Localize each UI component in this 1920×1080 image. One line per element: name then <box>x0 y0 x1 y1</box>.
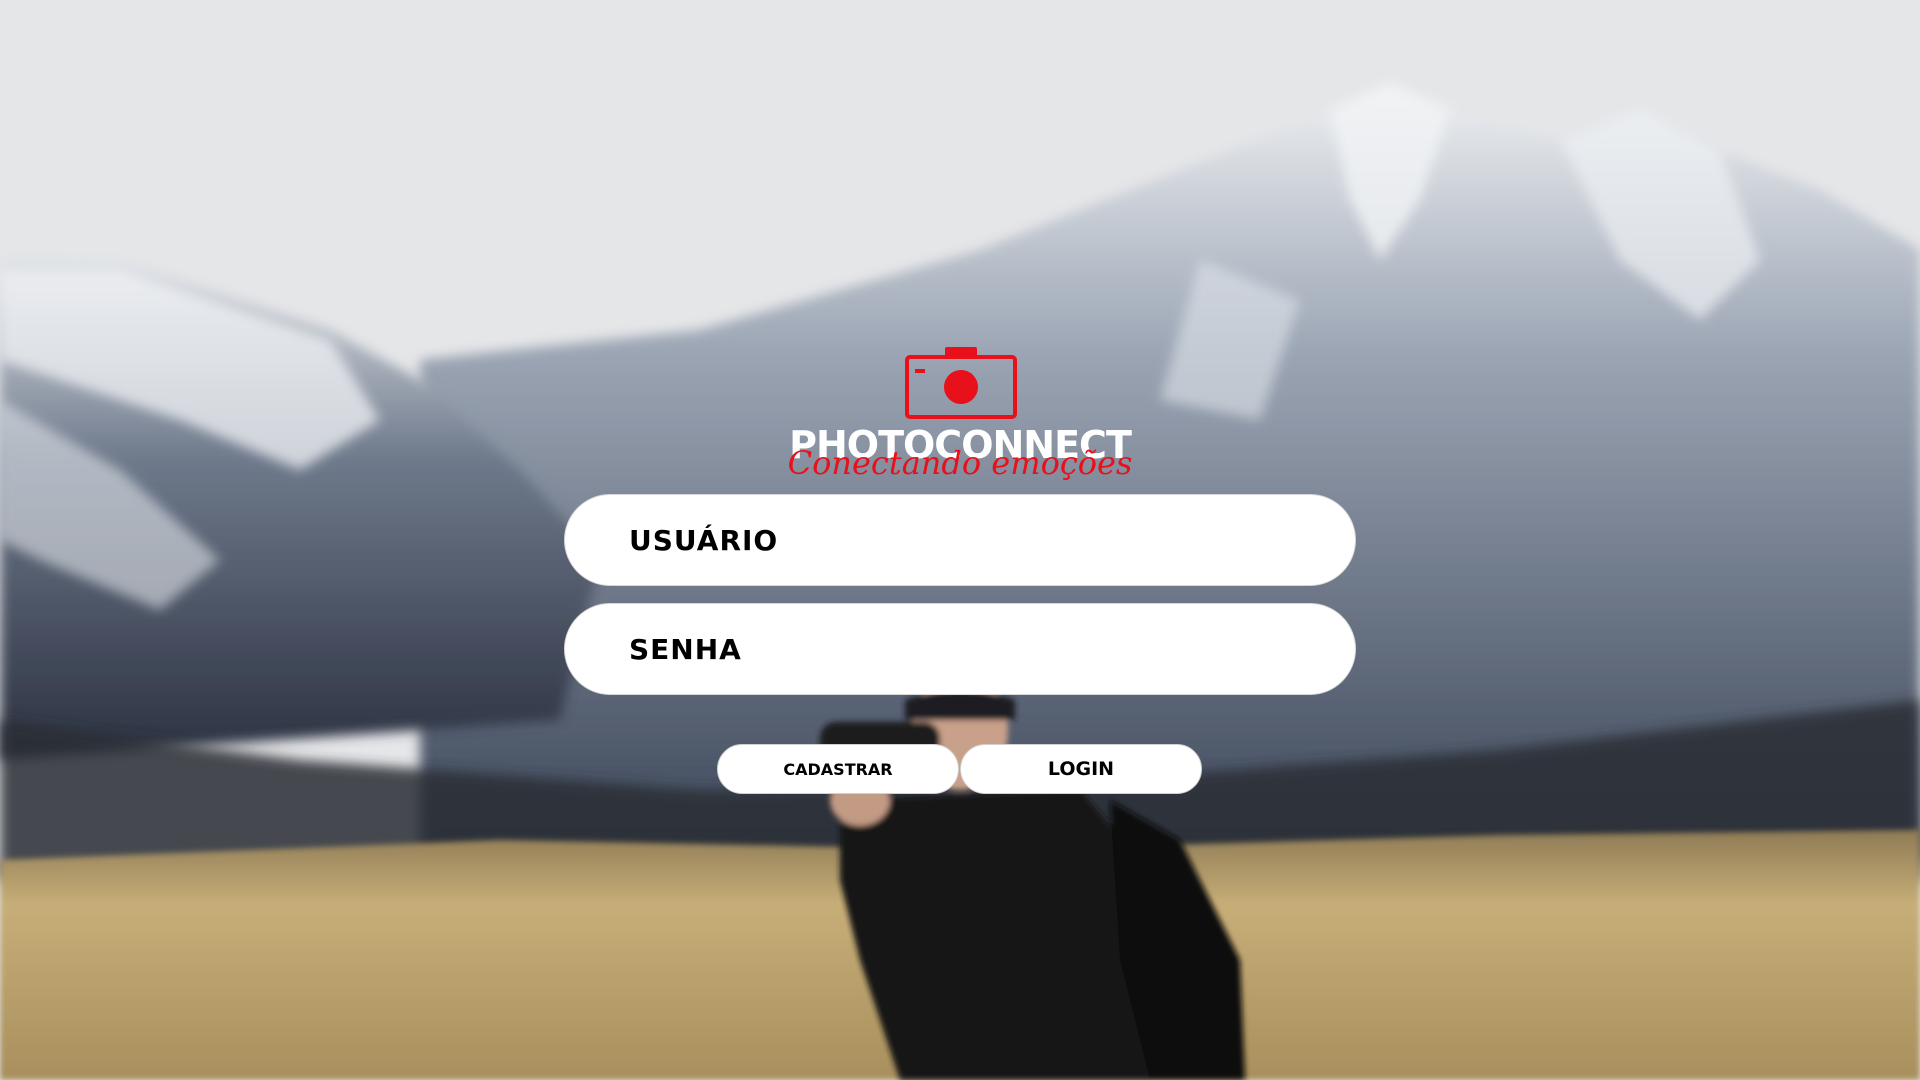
register-button[interactable]: CADASTRAR <box>717 744 959 794</box>
camera-icon <box>905 345 1017 419</box>
password-field-container <box>564 603 1356 695</box>
password-input[interactable] <box>565 604 1355 694</box>
app-slogan: Conectando emoções <box>787 444 1133 482</box>
login-button[interactable]: LOGIN <box>960 744 1202 794</box>
photoconnect-logo: PHOTOCONNECT Conectando emoções <box>760 345 1160 485</box>
username-field-container <box>564 494 1356 586</box>
username-input[interactable] <box>565 495 1355 585</box>
